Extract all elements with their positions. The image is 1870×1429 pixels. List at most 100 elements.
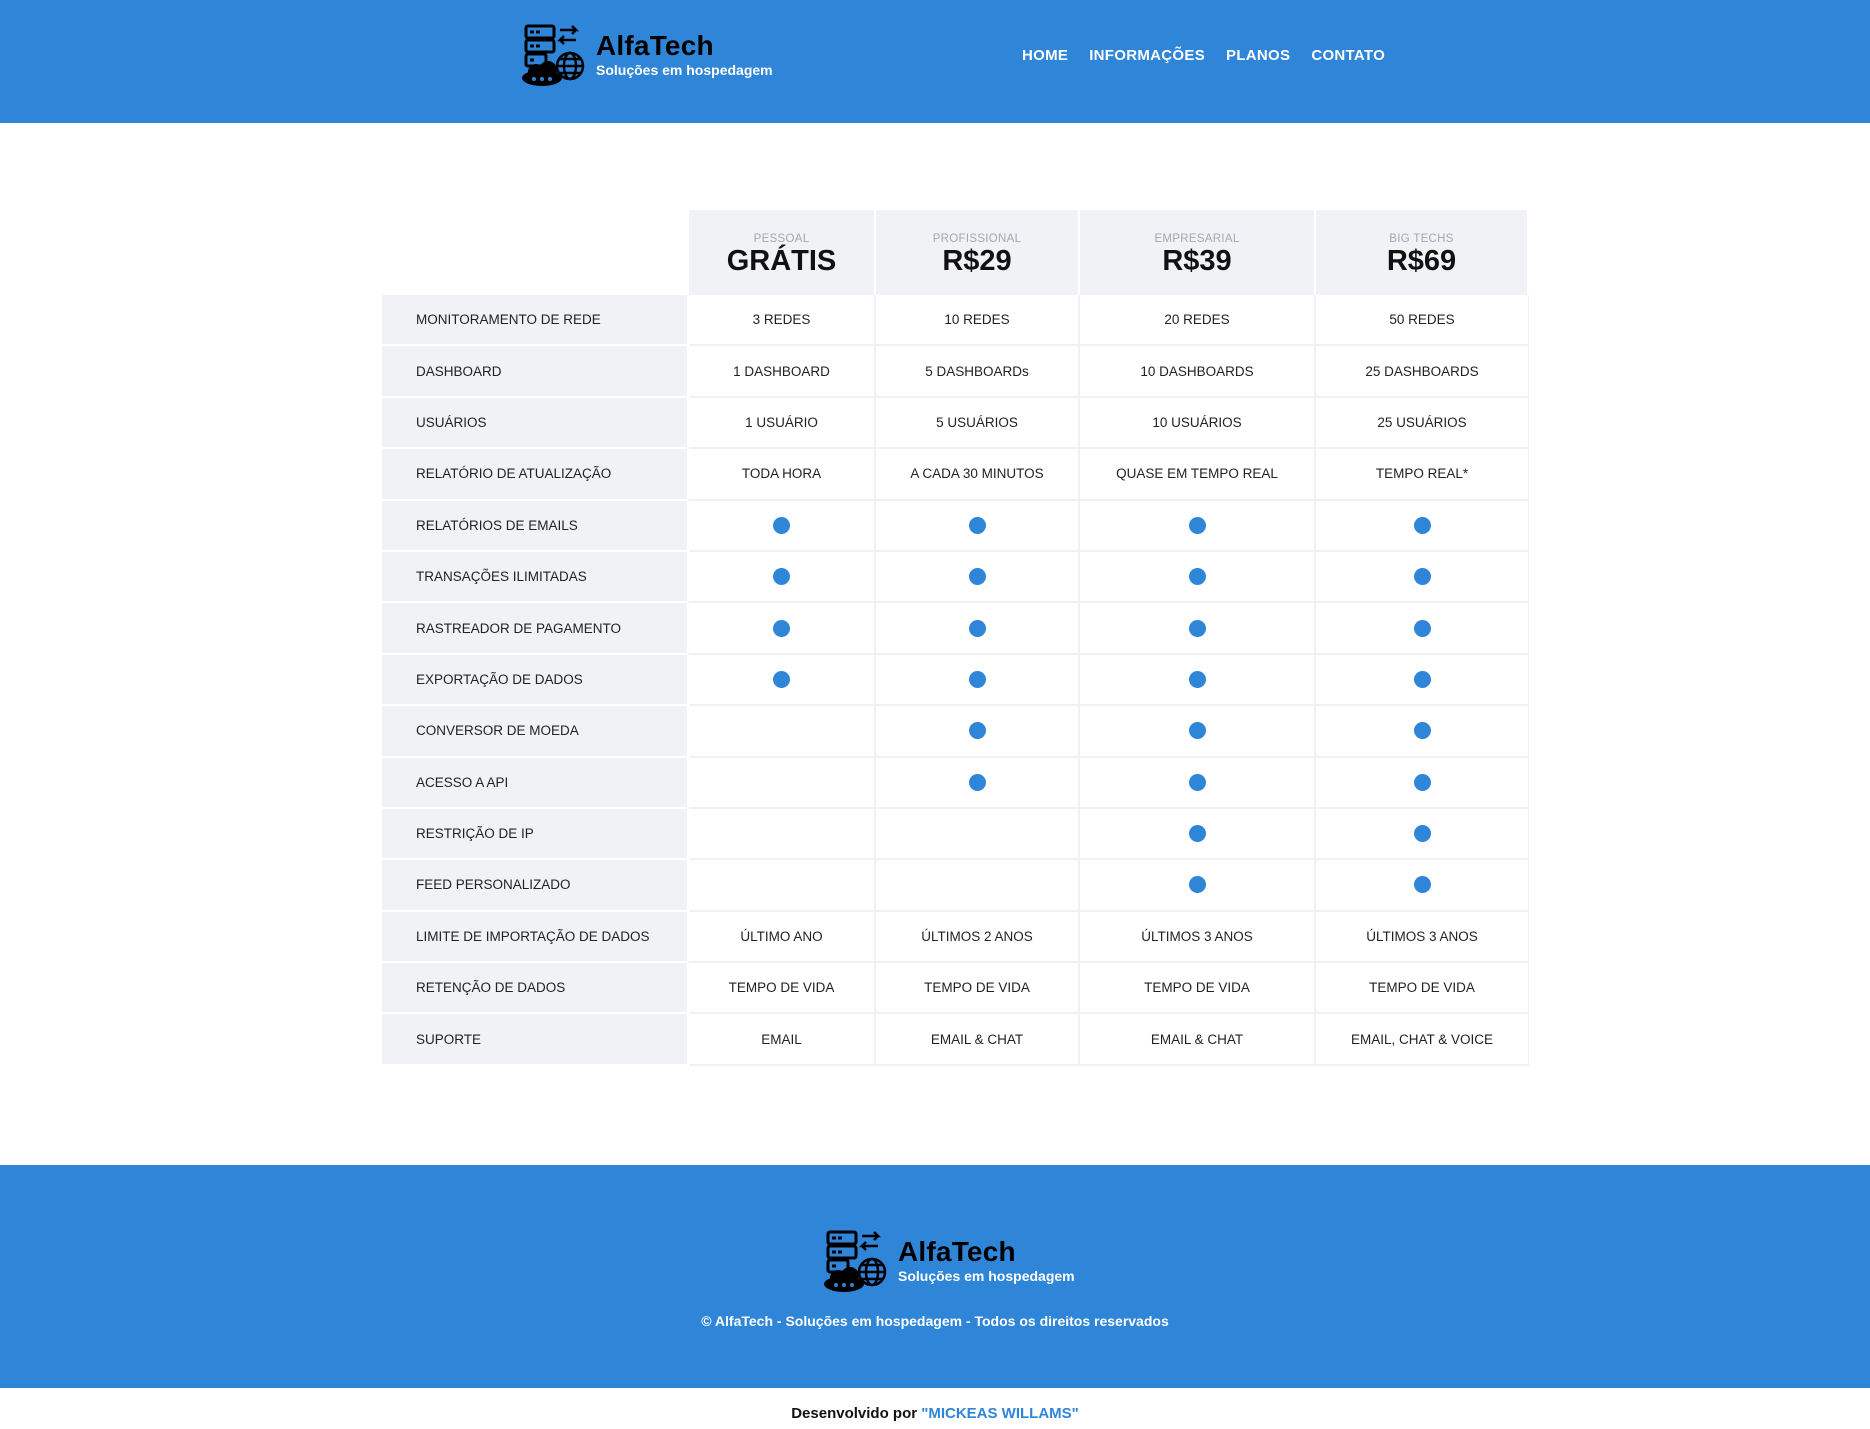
feature-label: LIMITE DE IMPORTAÇÃO DE DADOS [382, 911, 689, 964]
feature-included-cell [1080, 500, 1316, 552]
plan-name: EMPRESARIAL [1154, 232, 1240, 245]
plan-header-big-techs: BIG TECHS R$69 [1316, 210, 1529, 295]
feature-included-cell [1080, 706, 1316, 758]
feature-included-cell [1316, 551, 1529, 604]
feature-value: EMAIL & CHAT [1080, 1014, 1316, 1066]
feature-label: SUPORTE [382, 1014, 689, 1066]
feature-included-cell [1316, 757, 1529, 809]
plan-header-pessoal: PESSOAL GRÁTIS [689, 210, 876, 295]
feature-value: ÚLTIMOS 3 ANOS [1080, 911, 1316, 964]
included-dot-icon [1413, 516, 1431, 534]
feature-included-cell [1316, 860, 1529, 912]
table-row: USUÁRIOS 1 USUÁRIO 5 USUÁRIOS 10 USUÁRIOS 25… [382, 397, 1529, 450]
included-dot-icon [1188, 722, 1206, 740]
feature-empty-cell [689, 706, 876, 758]
table-row: RETENÇÃO DE DADOS TEMPO DE VIDA TEMPO DE V… [382, 963, 1529, 1015]
included-dot-icon [1188, 670, 1206, 688]
copyright-text: © AlfaTech - Soluções em hospedagem - To… [701, 1313, 1169, 1329]
feature-empty-cell [876, 808, 1080, 861]
feature-included-cell [1316, 808, 1529, 861]
table-row: EXPORTAÇÃO DE DADOS [382, 654, 1529, 707]
header-logo[interactable]: AlfaTech Soluções em hospedagem [520, 22, 773, 88]
feature-included-cell [1080, 808, 1316, 861]
included-dot-icon [968, 568, 986, 586]
included-dot-icon [773, 670, 790, 688]
feature-value: 5 USUÁRIOS [876, 397, 1080, 450]
feature-label: RASTREADOR DE PAGAMENTO [382, 603, 689, 655]
feature-label: MONITORAMENTO DE REDE [382, 295, 689, 347]
feature-value: 10 REDES [876, 295, 1080, 347]
included-dot-icon [1413, 670, 1431, 688]
feature-value: ÚLTIMOS 3 ANOS [1316, 911, 1529, 964]
feature-value: TEMPO DE VIDA [1316, 963, 1529, 1015]
feature-included-cell [689, 500, 876, 552]
table-row: CONVERSOR DE MOEDA [382, 706, 1529, 758]
included-dot-icon [968, 619, 986, 637]
nav-planos-link[interactable]: PLANOS [1226, 47, 1290, 64]
nav-contato-link[interactable]: CONTATO [1311, 47, 1385, 64]
included-dot-icon [1413, 722, 1431, 740]
feature-label: USUÁRIOS [382, 397, 689, 450]
feature-value: 1 DASHBOARD [689, 346, 876, 398]
logo-text: AlfaTech Soluções em hospedagem [596, 31, 773, 79]
feature-included-cell [1080, 860, 1316, 912]
nav-home-link[interactable]: HOME [1022, 47, 1068, 64]
plans-header-row: PESSOAL GRÁTIS PROFISSIONAL R$29 EMPRESA… [382, 210, 1529, 295]
feature-label: TRANSAÇÕES ILIMITADAS [382, 551, 689, 604]
feature-included-cell [1316, 603, 1529, 655]
feature-value: 5 DASHBOARDs [876, 346, 1080, 398]
feature-included-cell [1316, 500, 1529, 552]
feature-value: EMAIL, CHAT & VOICE [1316, 1014, 1529, 1066]
included-dot-icon [773, 568, 790, 586]
table-row: LIMITE DE IMPORTAÇÃO DE DADOS ÚLTIMO ANO Ú… [382, 911, 1529, 964]
feature-value: TODA HORA [689, 449, 876, 501]
header-empty-cell [382, 210, 689, 295]
included-dot-icon [1188, 568, 1206, 586]
table-row: RESTRIÇÃO DE IP [382, 808, 1529, 861]
feature-rows: MONITORAMENTO DE REDE 3 REDES 10 REDES 20 R… [382, 295, 1529, 1066]
table-row: RELATÓRIO DE ATUALIZAÇÃO TODA HORA A CADA … [382, 449, 1529, 501]
included-dot-icon [1413, 876, 1431, 894]
feature-label: RELATÓRIO DE ATUALIZAÇÃO [382, 449, 689, 501]
feature-value: 25 DASHBOARDS [1316, 346, 1529, 398]
nav-informacoes-link[interactable]: INFORMAÇÕES [1089, 47, 1205, 64]
included-dot-icon [1413, 825, 1431, 843]
feature-value: 10 DASHBOARDS [1080, 346, 1316, 398]
table-row: ACESSO A API [382, 757, 1529, 809]
credits-author-link[interactable]: "MICKEAS WILLAMS" [921, 1405, 1079, 1422]
table-row: TRANSAÇÕES ILIMITADAS [382, 551, 1529, 604]
included-dot-icon [1413, 568, 1431, 586]
feature-included-cell [876, 654, 1080, 707]
feature-value: ÚLTIMO ANO [689, 911, 876, 964]
feature-included-cell [1080, 654, 1316, 707]
included-dot-icon [1188, 825, 1206, 843]
plan-price: R$29 [942, 244, 1012, 277]
brand-tagline: Soluções em hospedagem [596, 62, 773, 78]
site-header: AlfaTech Soluções em hospedagem HOME INF… [0, 0, 1870, 123]
feature-label: RELATÓRIOS DE EMAILS [382, 500, 689, 552]
included-dot-icon [1188, 876, 1206, 894]
feature-included-cell [1080, 603, 1316, 655]
feature-included-cell [876, 551, 1080, 604]
feature-included-cell [689, 551, 876, 604]
brand-name: AlfaTech [596, 30, 714, 61]
feature-label: DASHBOARD [382, 346, 689, 398]
feature-included-cell [689, 603, 876, 655]
footer-logo[interactable]: AlfaTech Soluções em hospedagem [822, 1228, 1075, 1294]
included-dot-icon [1413, 619, 1431, 637]
feature-included-cell [876, 706, 1080, 758]
feature-empty-cell [689, 808, 876, 861]
feature-label: RETENÇÃO DE DADOS [382, 963, 689, 1015]
feature-value: TEMPO DE VIDA [876, 963, 1080, 1015]
feature-value: A CADA 30 MINUTOS [876, 449, 1080, 501]
included-dot-icon [773, 516, 790, 534]
plan-header-empresarial: EMPRESARIAL R$39 [1080, 210, 1316, 295]
feature-empty-cell [689, 757, 876, 809]
feature-value: 3 REDES [689, 295, 876, 347]
feature-value: ÚLTIMOS 2 ANOS [876, 911, 1080, 964]
included-dot-icon [968, 670, 986, 688]
credits-line: Desenvolvido por "MICKEAS WILLAMS" [0, 1405, 1870, 1422]
included-dot-icon [773, 619, 790, 637]
included-dot-icon [1188, 516, 1206, 534]
feature-included-cell [876, 757, 1080, 809]
